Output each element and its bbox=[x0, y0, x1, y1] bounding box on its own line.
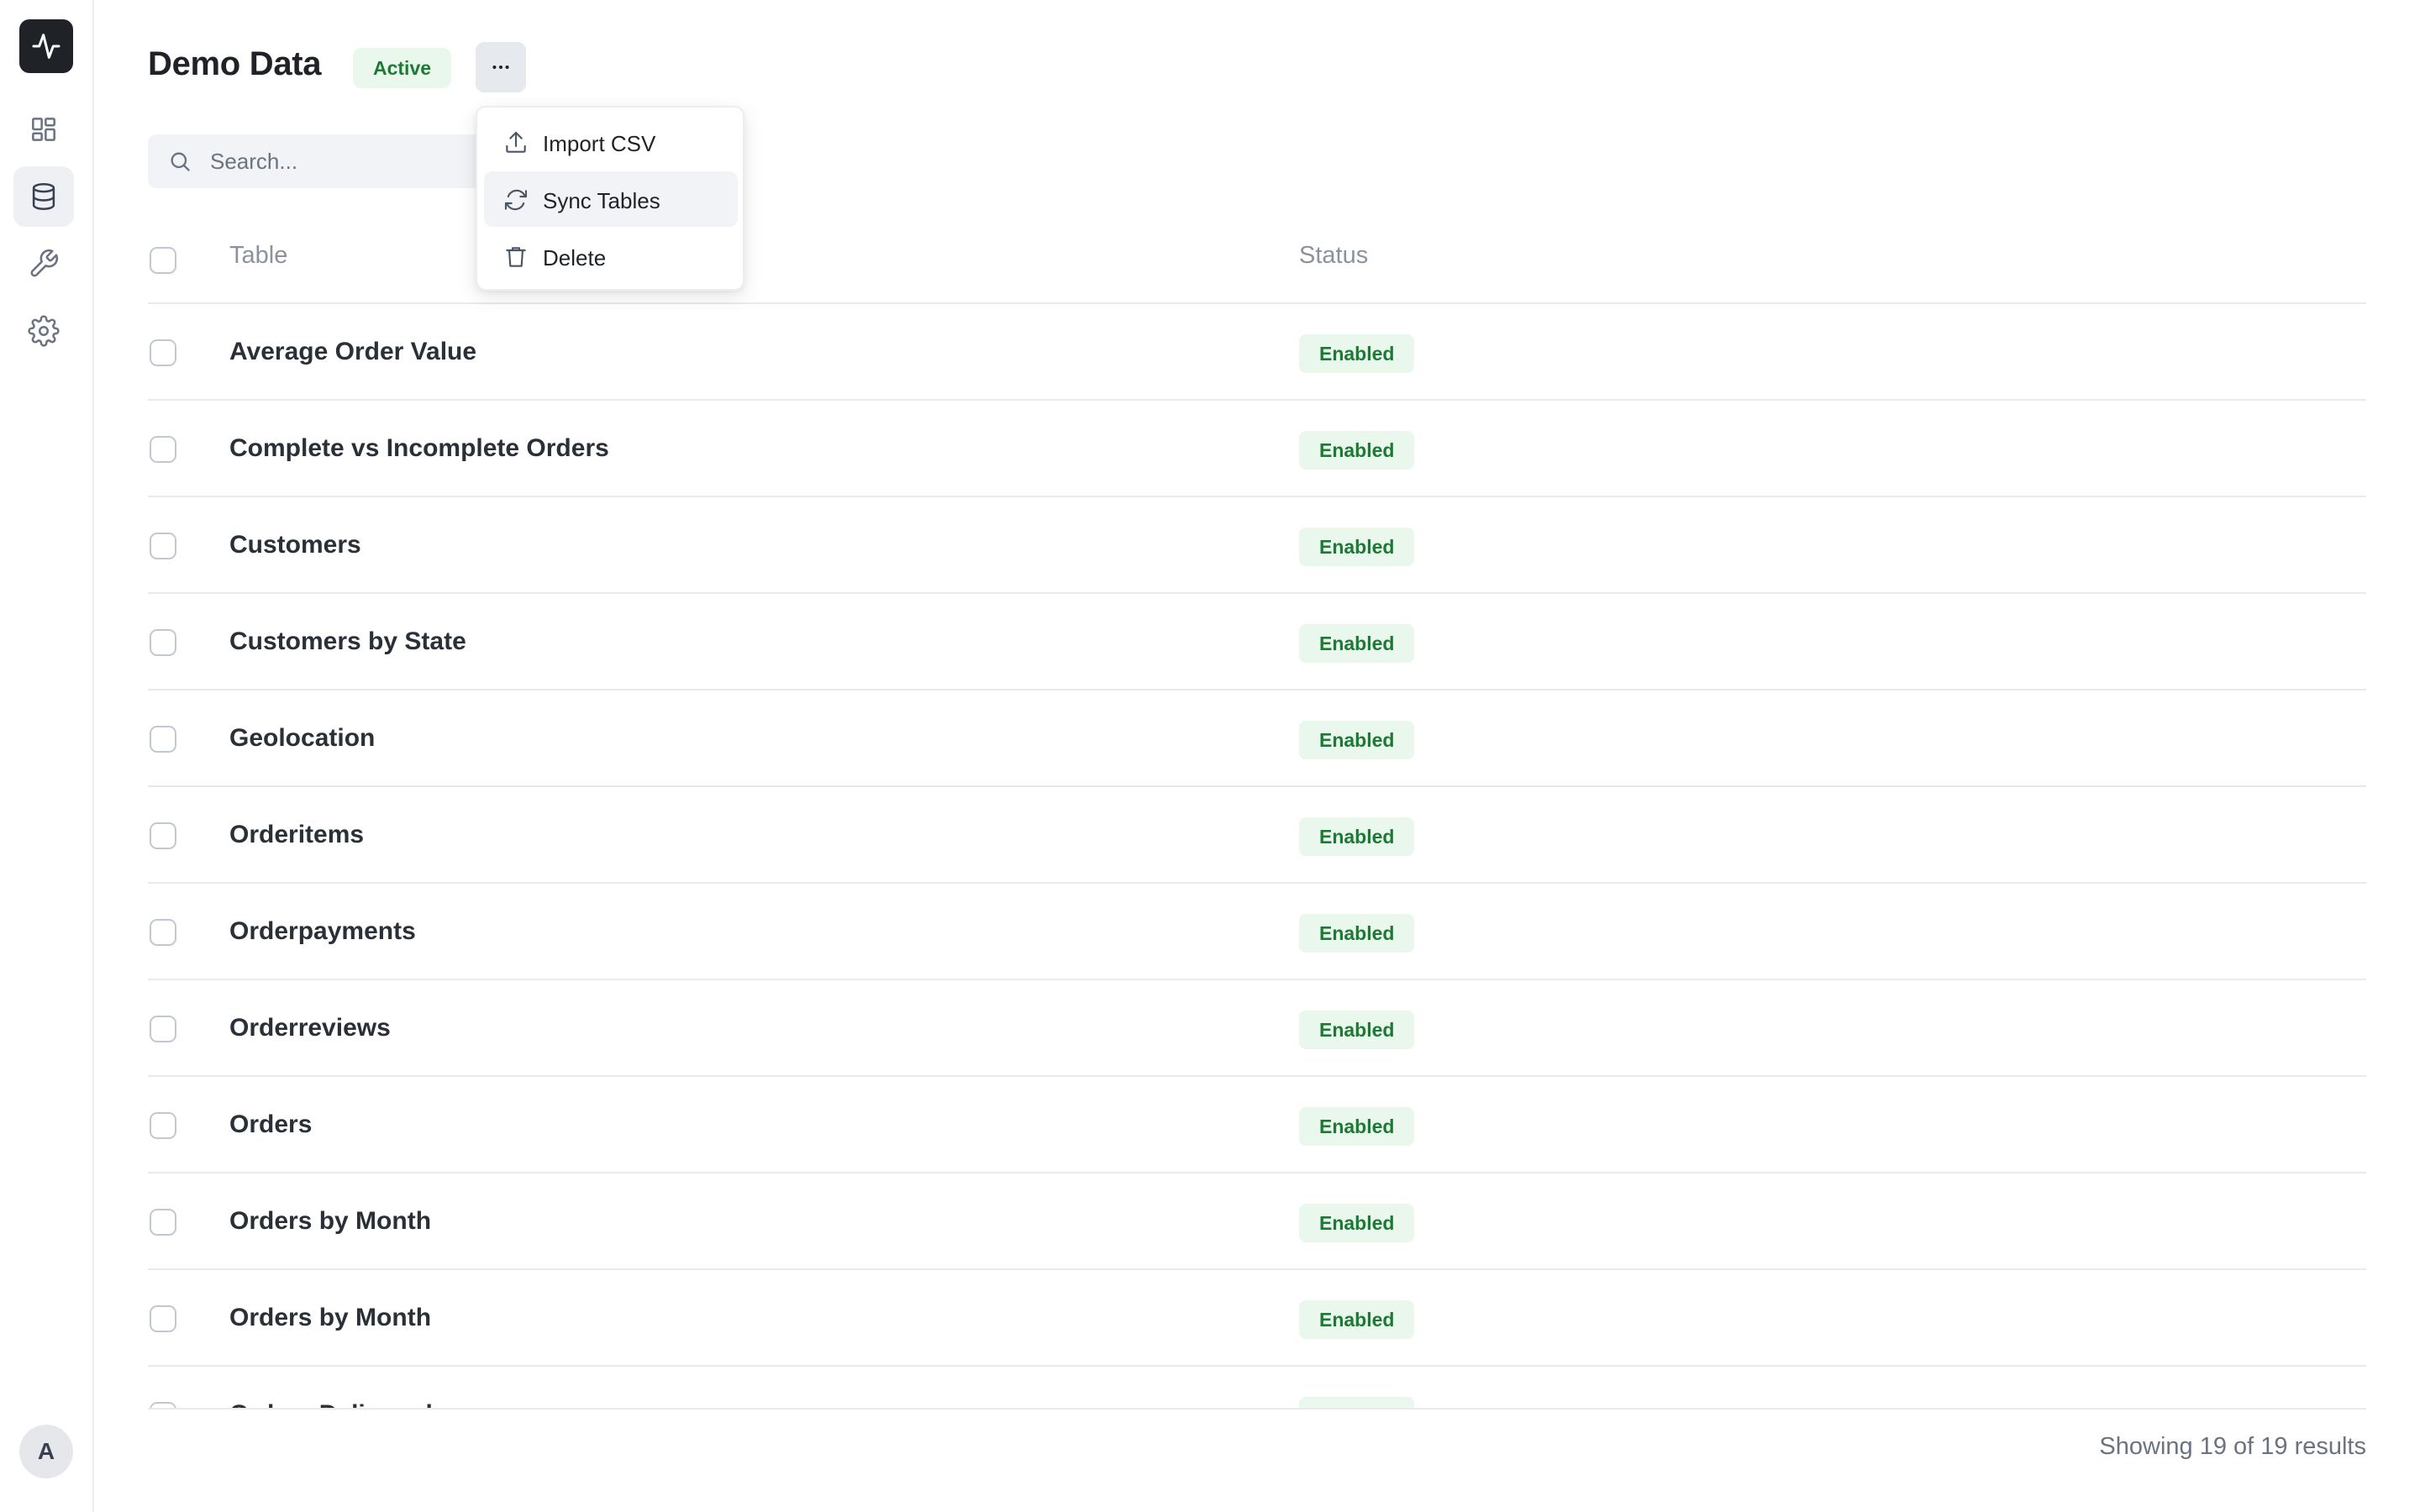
status-badge: Enabled bbox=[1299, 1300, 1415, 1339]
table-name[interactable]: Orders bbox=[229, 1110, 312, 1139]
table-row[interactable]: Customers by State Enabled bbox=[148, 594, 2366, 690]
row-checkbox[interactable] bbox=[150, 1016, 176, 1042]
column-header-status[interactable]: Status bbox=[1299, 242, 1368, 270]
table-row[interactable]: Orders by Month Enabled bbox=[148, 1173, 2366, 1270]
table-row[interactable]: Geolocation Enabled bbox=[148, 690, 2366, 787]
table-row[interactable]: Complete vs Incomplete Orders Enabled bbox=[148, 401, 2366, 497]
menu-item-label: Import CSV bbox=[543, 131, 656, 156]
search-icon bbox=[171, 152, 190, 171]
status-badge: Enabled bbox=[1299, 624, 1415, 663]
table-name[interactable]: Orderreviews bbox=[229, 1014, 391, 1042]
row-checkbox[interactable] bbox=[150, 436, 176, 463]
tables-list: Table Status Average Order Value Enabled… bbox=[148, 215, 2366, 1408]
menu-item-label: Sync Tables bbox=[543, 188, 660, 213]
table-row[interactable]: Orders Enabled bbox=[148, 1077, 2366, 1173]
row-checkbox[interactable] bbox=[150, 726, 176, 753]
status-badge: Enabled bbox=[1299, 1397, 1415, 1408]
status-badge: Enabled bbox=[1299, 914, 1415, 953]
table-name[interactable]: Customers by State bbox=[229, 627, 466, 656]
search-box[interactable] bbox=[148, 134, 484, 188]
status-badge: Enabled bbox=[1299, 1204, 1415, 1242]
app-logo[interactable] bbox=[19, 19, 73, 73]
row-checkbox[interactable] bbox=[150, 822, 176, 849]
status-badge: Enabled bbox=[1299, 431, 1415, 470]
menu-item-sync-tables[interactable]: Sync Tables bbox=[484, 171, 738, 227]
table-name[interactable]: Orders Delivered bbox=[229, 1400, 433, 1408]
database-icon bbox=[32, 183, 55, 210]
trash-icon bbox=[506, 247, 526, 267]
row-checkbox[interactable] bbox=[150, 1305, 176, 1332]
row-checkbox[interactable] bbox=[150, 629, 176, 656]
activity-icon bbox=[32, 34, 60, 59]
status-badge: Enabled bbox=[1299, 1107, 1415, 1146]
upload-icon bbox=[506, 131, 526, 153]
status-badge: Enabled bbox=[1299, 817, 1415, 856]
row-checkbox[interactable] bbox=[150, 919, 176, 946]
table-row[interactable]: Orders Delivered Enabled bbox=[148, 1367, 2366, 1408]
status-badge: Active bbox=[353, 48, 452, 88]
dashboard-icon bbox=[32, 118, 55, 141]
wrench-icon bbox=[30, 249, 59, 277]
results-count: Showing 19 of 19 results bbox=[2099, 1433, 2366, 1460]
search-input[interactable] bbox=[210, 134, 462, 188]
menu-item-label: Delete bbox=[543, 245, 607, 270]
sidebar-item-data-sources[interactable] bbox=[13, 166, 74, 227]
row-checkbox[interactable] bbox=[150, 339, 176, 366]
sidebar-item-settings[interactable] bbox=[13, 301, 74, 361]
table-name[interactable]: Complete vs Incomplete Orders bbox=[229, 434, 609, 463]
row-checkbox[interactable] bbox=[150, 533, 176, 559]
gear-icon bbox=[28, 315, 60, 347]
status-badge: Enabled bbox=[1299, 528, 1415, 566]
table-name[interactable]: Orders by Month bbox=[229, 1207, 431, 1236]
more-options-button[interactable] bbox=[476, 42, 526, 92]
sidebar: A bbox=[0, 0, 94, 1512]
more-options-menu: Import CSV Sync Tables Delete bbox=[476, 106, 744, 291]
sidebar-item-tools[interactable] bbox=[13, 234, 74, 294]
status-badge: Enabled bbox=[1299, 334, 1415, 373]
table-row[interactable]: Average Order Value Enabled bbox=[148, 304, 2366, 401]
select-all-checkbox[interactable] bbox=[150, 247, 176, 274]
table-name[interactable]: Customers bbox=[229, 531, 361, 559]
menu-item-delete[interactable]: Delete bbox=[484, 228, 738, 284]
table-footer: Showing 19 of 19 results bbox=[148, 1408, 2366, 1512]
table-name[interactable]: Geolocation bbox=[229, 724, 375, 753]
row-checkbox[interactable] bbox=[150, 1112, 176, 1139]
refresh-icon bbox=[504, 189, 528, 211]
table-row[interactable]: Orders by Month Enabled bbox=[148, 1270, 2366, 1367]
sidebar-item-dashboards[interactable] bbox=[13, 99, 74, 160]
table-row[interactable]: Orderreviews Enabled bbox=[148, 980, 2366, 1077]
table-name[interactable]: Orderpayments bbox=[229, 917, 416, 946]
row-checkbox[interactable] bbox=[150, 1402, 176, 1408]
table-row[interactable]: Orderpayments Enabled bbox=[148, 884, 2366, 980]
table-row[interactable]: Orderitems Enabled bbox=[148, 787, 2366, 884]
row-checkbox[interactable] bbox=[150, 1209, 176, 1236]
app-root: A Demo Data Active Table Status Average … bbox=[0, 0, 2420, 1512]
page-title: Demo Data bbox=[148, 45, 322, 82]
column-header-table[interactable]: Table bbox=[229, 242, 287, 270]
table-name[interactable]: Orderitems bbox=[229, 821, 364, 849]
menu-item-import-csv[interactable]: Import CSV bbox=[484, 114, 738, 170]
status-badge: Enabled bbox=[1299, 721, 1415, 759]
status-badge: Enabled bbox=[1299, 1011, 1415, 1049]
table-name[interactable]: Orders by Month bbox=[229, 1304, 431, 1332]
table-row[interactable]: Customers Enabled bbox=[148, 497, 2366, 594]
more-horizontal-icon bbox=[492, 66, 509, 69]
table-name[interactable]: Average Order Value bbox=[229, 338, 476, 366]
user-avatar[interactable]: A bbox=[19, 1425, 73, 1478]
